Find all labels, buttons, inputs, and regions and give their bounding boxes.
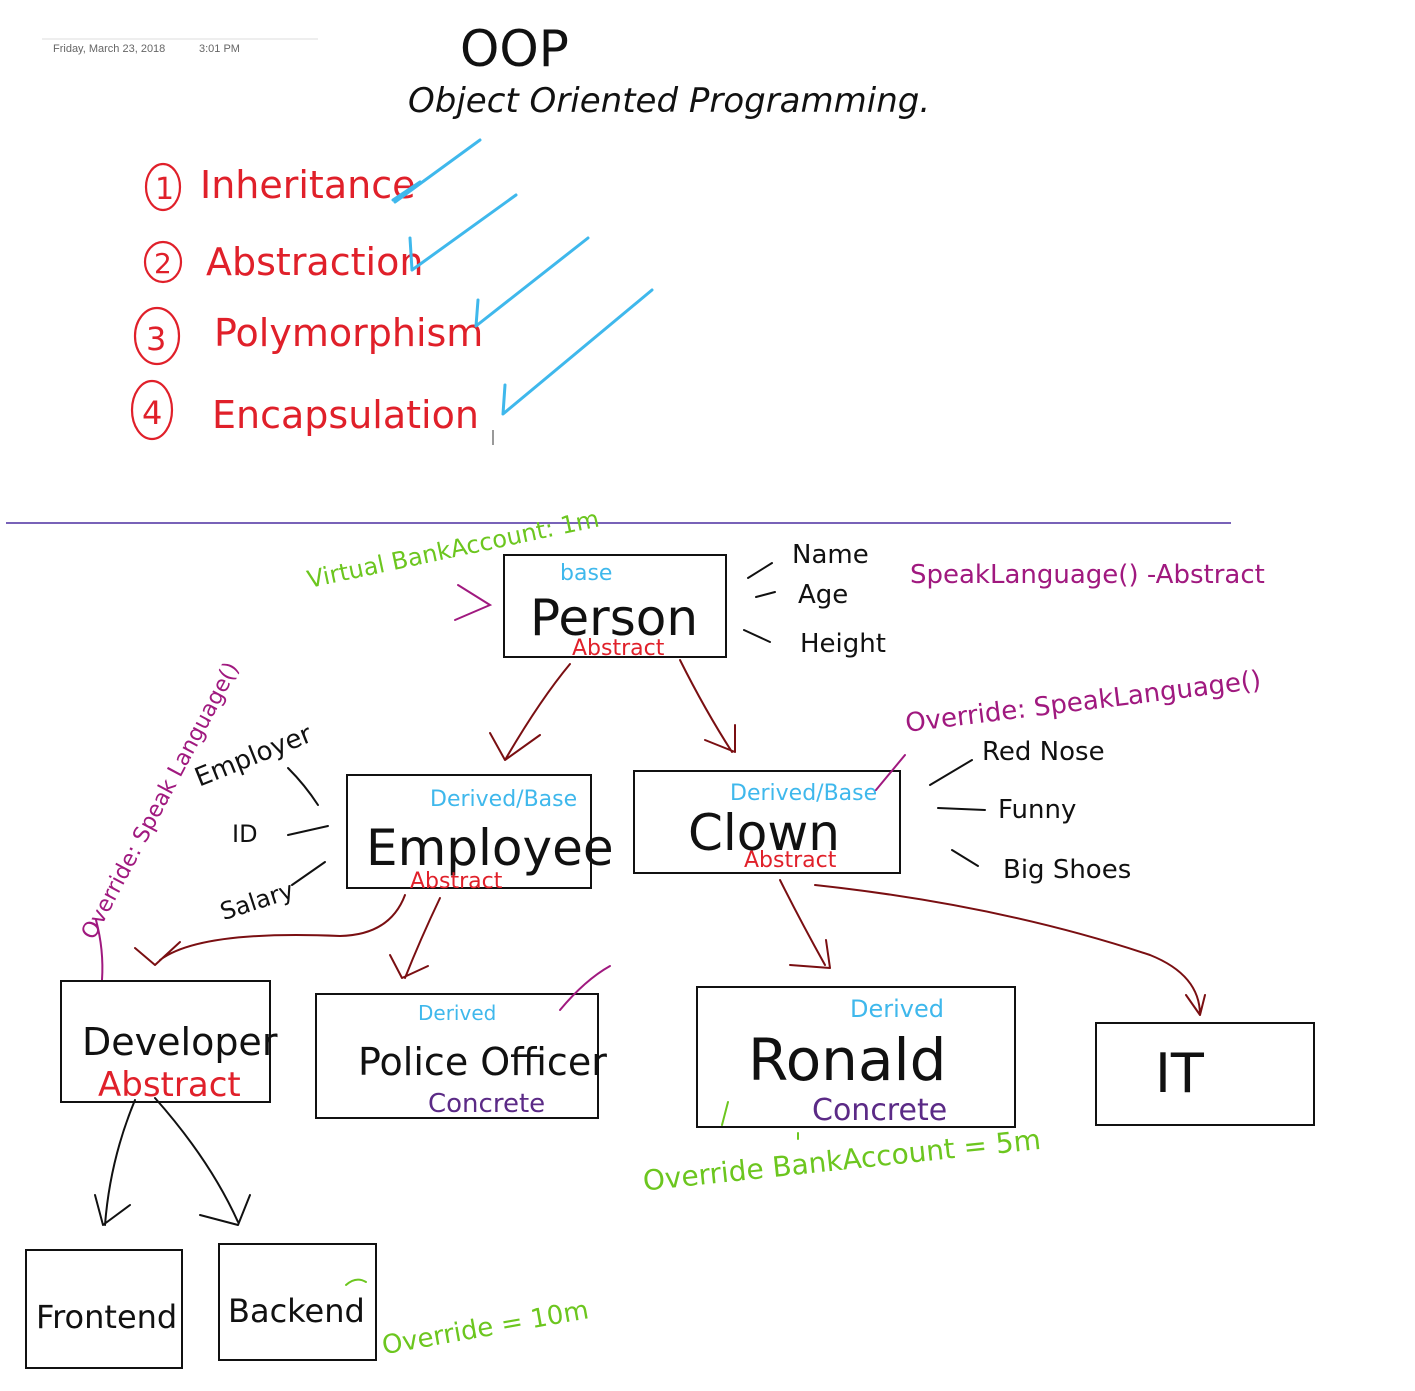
class-name: Backend xyxy=(228,1292,365,1330)
class-type-tag: Abstract xyxy=(572,636,665,661)
pillar-label: Abstraction xyxy=(206,240,423,284)
check-icon xyxy=(474,236,590,328)
class-type-tag: Abstract xyxy=(410,869,503,894)
class-role-tag: Derived xyxy=(418,1001,496,1025)
class-role-tag: Derived/Base xyxy=(430,787,577,812)
class-role-tag: base xyxy=(560,561,612,586)
employee-properties: Employer ID Salary xyxy=(191,719,329,926)
arrow-person-employee xyxy=(489,663,571,761)
page-title: OOP xyxy=(460,20,569,78)
class-name: Police Officer xyxy=(358,1040,607,1084)
property-id: ID xyxy=(232,820,258,848)
check-icon xyxy=(501,288,654,416)
class-type-tag: Abstract xyxy=(744,848,837,873)
pillar-label: Encapsulation xyxy=(212,393,479,437)
page-subtitle: Object Oriented Programming. xyxy=(408,81,930,121)
class-name: Frontend xyxy=(36,1298,177,1336)
override-label: Override: SpeakLanguage() xyxy=(904,665,1263,738)
frontend-class-box: Frontend xyxy=(25,1249,183,1369)
override-label: Override BankAccount = 5m xyxy=(641,1123,1042,1198)
backend-override-note: Override = 10m xyxy=(380,1295,591,1361)
page-time: 3:01 PM xyxy=(199,43,240,55)
class-role-tag: Derived xyxy=(850,995,944,1023)
pillar-number: 1 xyxy=(155,172,174,207)
abstract-method-note: SpeakLanguage() -Abstract xyxy=(910,560,1265,590)
property-ticks xyxy=(287,767,329,886)
class-type-tag: Concrete xyxy=(812,1093,947,1128)
class-name: Ronald xyxy=(748,1026,946,1094)
pillar-number: 2 xyxy=(154,247,172,280)
property-ticks xyxy=(743,562,776,643)
class-type-tag: Concrete xyxy=(428,1089,545,1119)
arrow-clown-ronald xyxy=(779,879,831,969)
developer-class-box: Developer Abstract xyxy=(60,980,278,1105)
person-properties: Name Age Height xyxy=(743,540,886,659)
override-label: Override = 10m xyxy=(380,1295,591,1361)
backend-class-box: Backend xyxy=(218,1243,377,1361)
person-class-box: base Person Abstract xyxy=(503,554,727,661)
pillar-2: 2 Abstraction xyxy=(143,193,518,284)
check-icon xyxy=(408,193,518,272)
class-name: IT xyxy=(1155,1042,1205,1105)
class-name: Developer xyxy=(82,1020,278,1064)
clown-override-note: Override: SpeakLanguage() xyxy=(904,665,1263,738)
it-class-box: IT xyxy=(1095,1022,1315,1126)
pillar-label: Inheritance xyxy=(200,163,415,207)
property-big-shoes: Big Shoes xyxy=(1003,855,1131,885)
property-height: Height xyxy=(800,629,886,659)
notebook-page: Friday, March 23, 2018 3:01 PM OOP Objec… xyxy=(6,20,1315,1369)
ronald-class-box: Derived Ronald Concrete xyxy=(696,986,1016,1128)
pillars-list: 1 Inheritance 2 Abstraction 3 Polymorphi… xyxy=(130,138,654,445)
pillar-1: 1 Inheritance xyxy=(144,138,482,212)
pillar-label: Polymorphism xyxy=(214,311,483,355)
class-role-tag: Derived/Base xyxy=(730,781,877,806)
class-type-tag: Abstract xyxy=(98,1065,241,1105)
virtual-pointer xyxy=(454,584,493,621)
property-ticks xyxy=(929,759,986,867)
arrow-developer-backend xyxy=(154,1097,251,1226)
developer-arrows xyxy=(94,1097,251,1226)
property-salary: Salary xyxy=(217,876,297,926)
arrow-person-clown xyxy=(679,659,736,753)
property-age: Age xyxy=(798,580,848,610)
pillar-number: 3 xyxy=(146,320,166,358)
ronald-override-note: Override BankAccount = 5m xyxy=(641,1123,1042,1198)
class-box xyxy=(1095,1022,1315,1126)
arrow-developer-frontend xyxy=(94,1099,136,1226)
clown-class-box: Derived/Base Clown Abstract xyxy=(633,770,901,874)
page-date: Friday, March 23, 2018 xyxy=(53,43,165,55)
property-red-nose: Red Nose xyxy=(982,737,1105,767)
employee-class-box: Derived/Base Employee Abstract xyxy=(346,774,614,894)
pillar-number: 4 xyxy=(142,394,162,432)
property-name: Name xyxy=(792,540,869,570)
police-officer-class-box: Derived Police Officer Concrete xyxy=(315,993,607,1119)
property-funny: Funny xyxy=(998,795,1076,825)
clown-properties: Red Nose Funny Big Shoes xyxy=(929,737,1131,885)
